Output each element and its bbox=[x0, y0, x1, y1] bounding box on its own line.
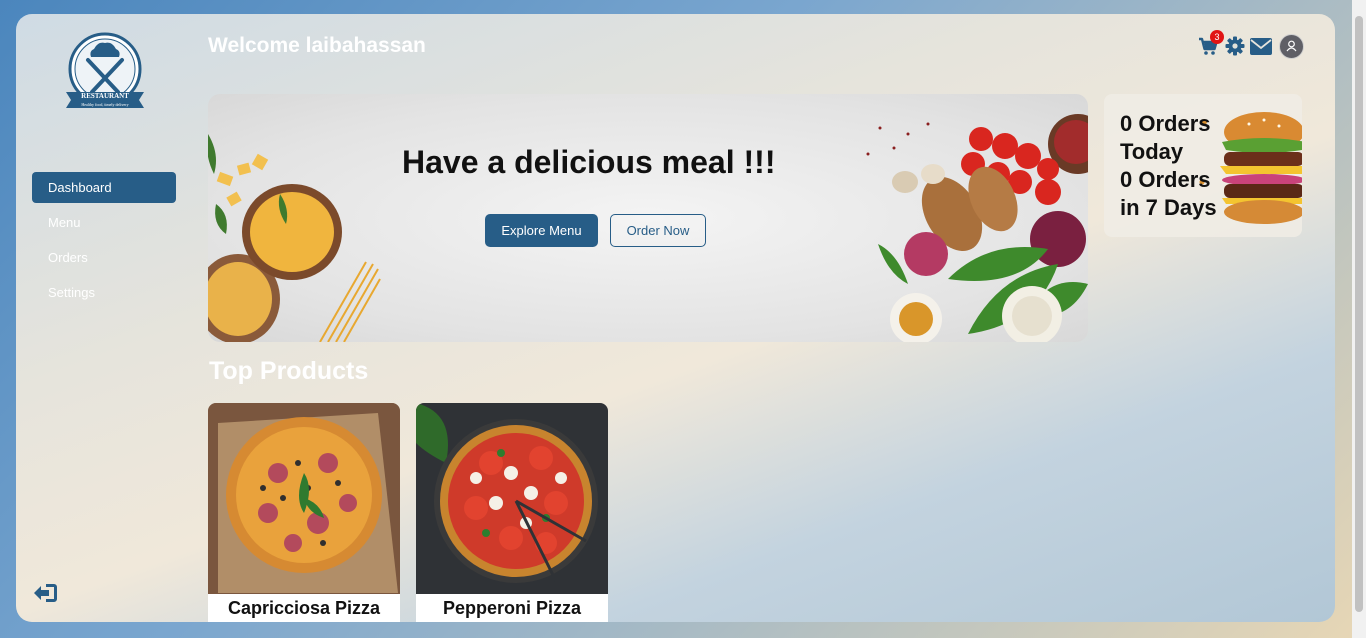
page-scrollbar[interactable] bbox=[1352, 0, 1366, 638]
user-avatar-button[interactable] bbox=[1279, 34, 1304, 64]
sidebar-item-menu[interactable]: Menu bbox=[32, 207, 176, 238]
cart-count-badge: 3 bbox=[1210, 30, 1224, 44]
app-window: RESTAURANT Healthy food, timely delivery… bbox=[16, 14, 1335, 622]
orders-stats-card: 0 Orders Today 0 Orders in 7 Days bbox=[1104, 94, 1302, 237]
top-products-title: Top Products bbox=[209, 357, 369, 385]
product-name: Capricciosa Pizza bbox=[208, 594, 400, 622]
cart-button[interactable]: 3 bbox=[1198, 30, 1224, 61]
orders-week-count: 0 Orders bbox=[1120, 167, 1211, 192]
sidebar: RESTAURANT Healthy food, timely delivery… bbox=[16, 14, 192, 622]
user-avatar-icon bbox=[1279, 34, 1304, 59]
capricciosa-pizza-image bbox=[208, 403, 400, 594]
logout-icon[interactable] bbox=[32, 582, 58, 604]
sidebar-item-settings[interactable]: Settings bbox=[32, 277, 176, 308]
scrollbar-thumb[interactable] bbox=[1355, 16, 1363, 612]
mail-icon bbox=[1250, 38, 1272, 55]
product-name: Pepperoni Pizza bbox=[416, 594, 608, 622]
hero-banner: Have a delicious meal !!! Explore Menu O… bbox=[208, 94, 1088, 342]
explore-menu-button[interactable]: Explore Menu bbox=[485, 214, 598, 247]
sidebar-item-orders[interactable]: Orders bbox=[32, 242, 176, 273]
order-now-button[interactable]: Order Now bbox=[610, 214, 706, 247]
sidebar-nav: Dashboard Menu Orders Settings bbox=[32, 172, 176, 312]
welcome-heading: Welcome laibahassan bbox=[208, 34, 426, 57]
product-card[interactable]: Capricciosa Pizza bbox=[208, 403, 400, 622]
sidebar-item-dashboard[interactable]: Dashboard bbox=[32, 172, 176, 203]
header-icons: 3 bbox=[1198, 30, 1306, 61]
logo-brand-text: RESTAURANT bbox=[81, 92, 129, 100]
orders-week-label: in 7 Days bbox=[1120, 195, 1217, 220]
pepperoni-pizza-image bbox=[416, 403, 608, 594]
orders-today-count: 0 Orders bbox=[1120, 111, 1211, 136]
restaurant-logo[interactable]: RESTAURANT Healthy food, timely delivery bbox=[64, 32, 146, 112]
orders-today-label: Today bbox=[1120, 139, 1184, 164]
product-card[interactable]: Pepperoni Pizza bbox=[416, 403, 608, 622]
mail-button[interactable] bbox=[1250, 38, 1272, 60]
gear-icon bbox=[1225, 36, 1245, 56]
settings-button[interactable] bbox=[1225, 36, 1245, 61]
banner-title: Have a delicious meal !!! bbox=[402, 144, 776, 180]
